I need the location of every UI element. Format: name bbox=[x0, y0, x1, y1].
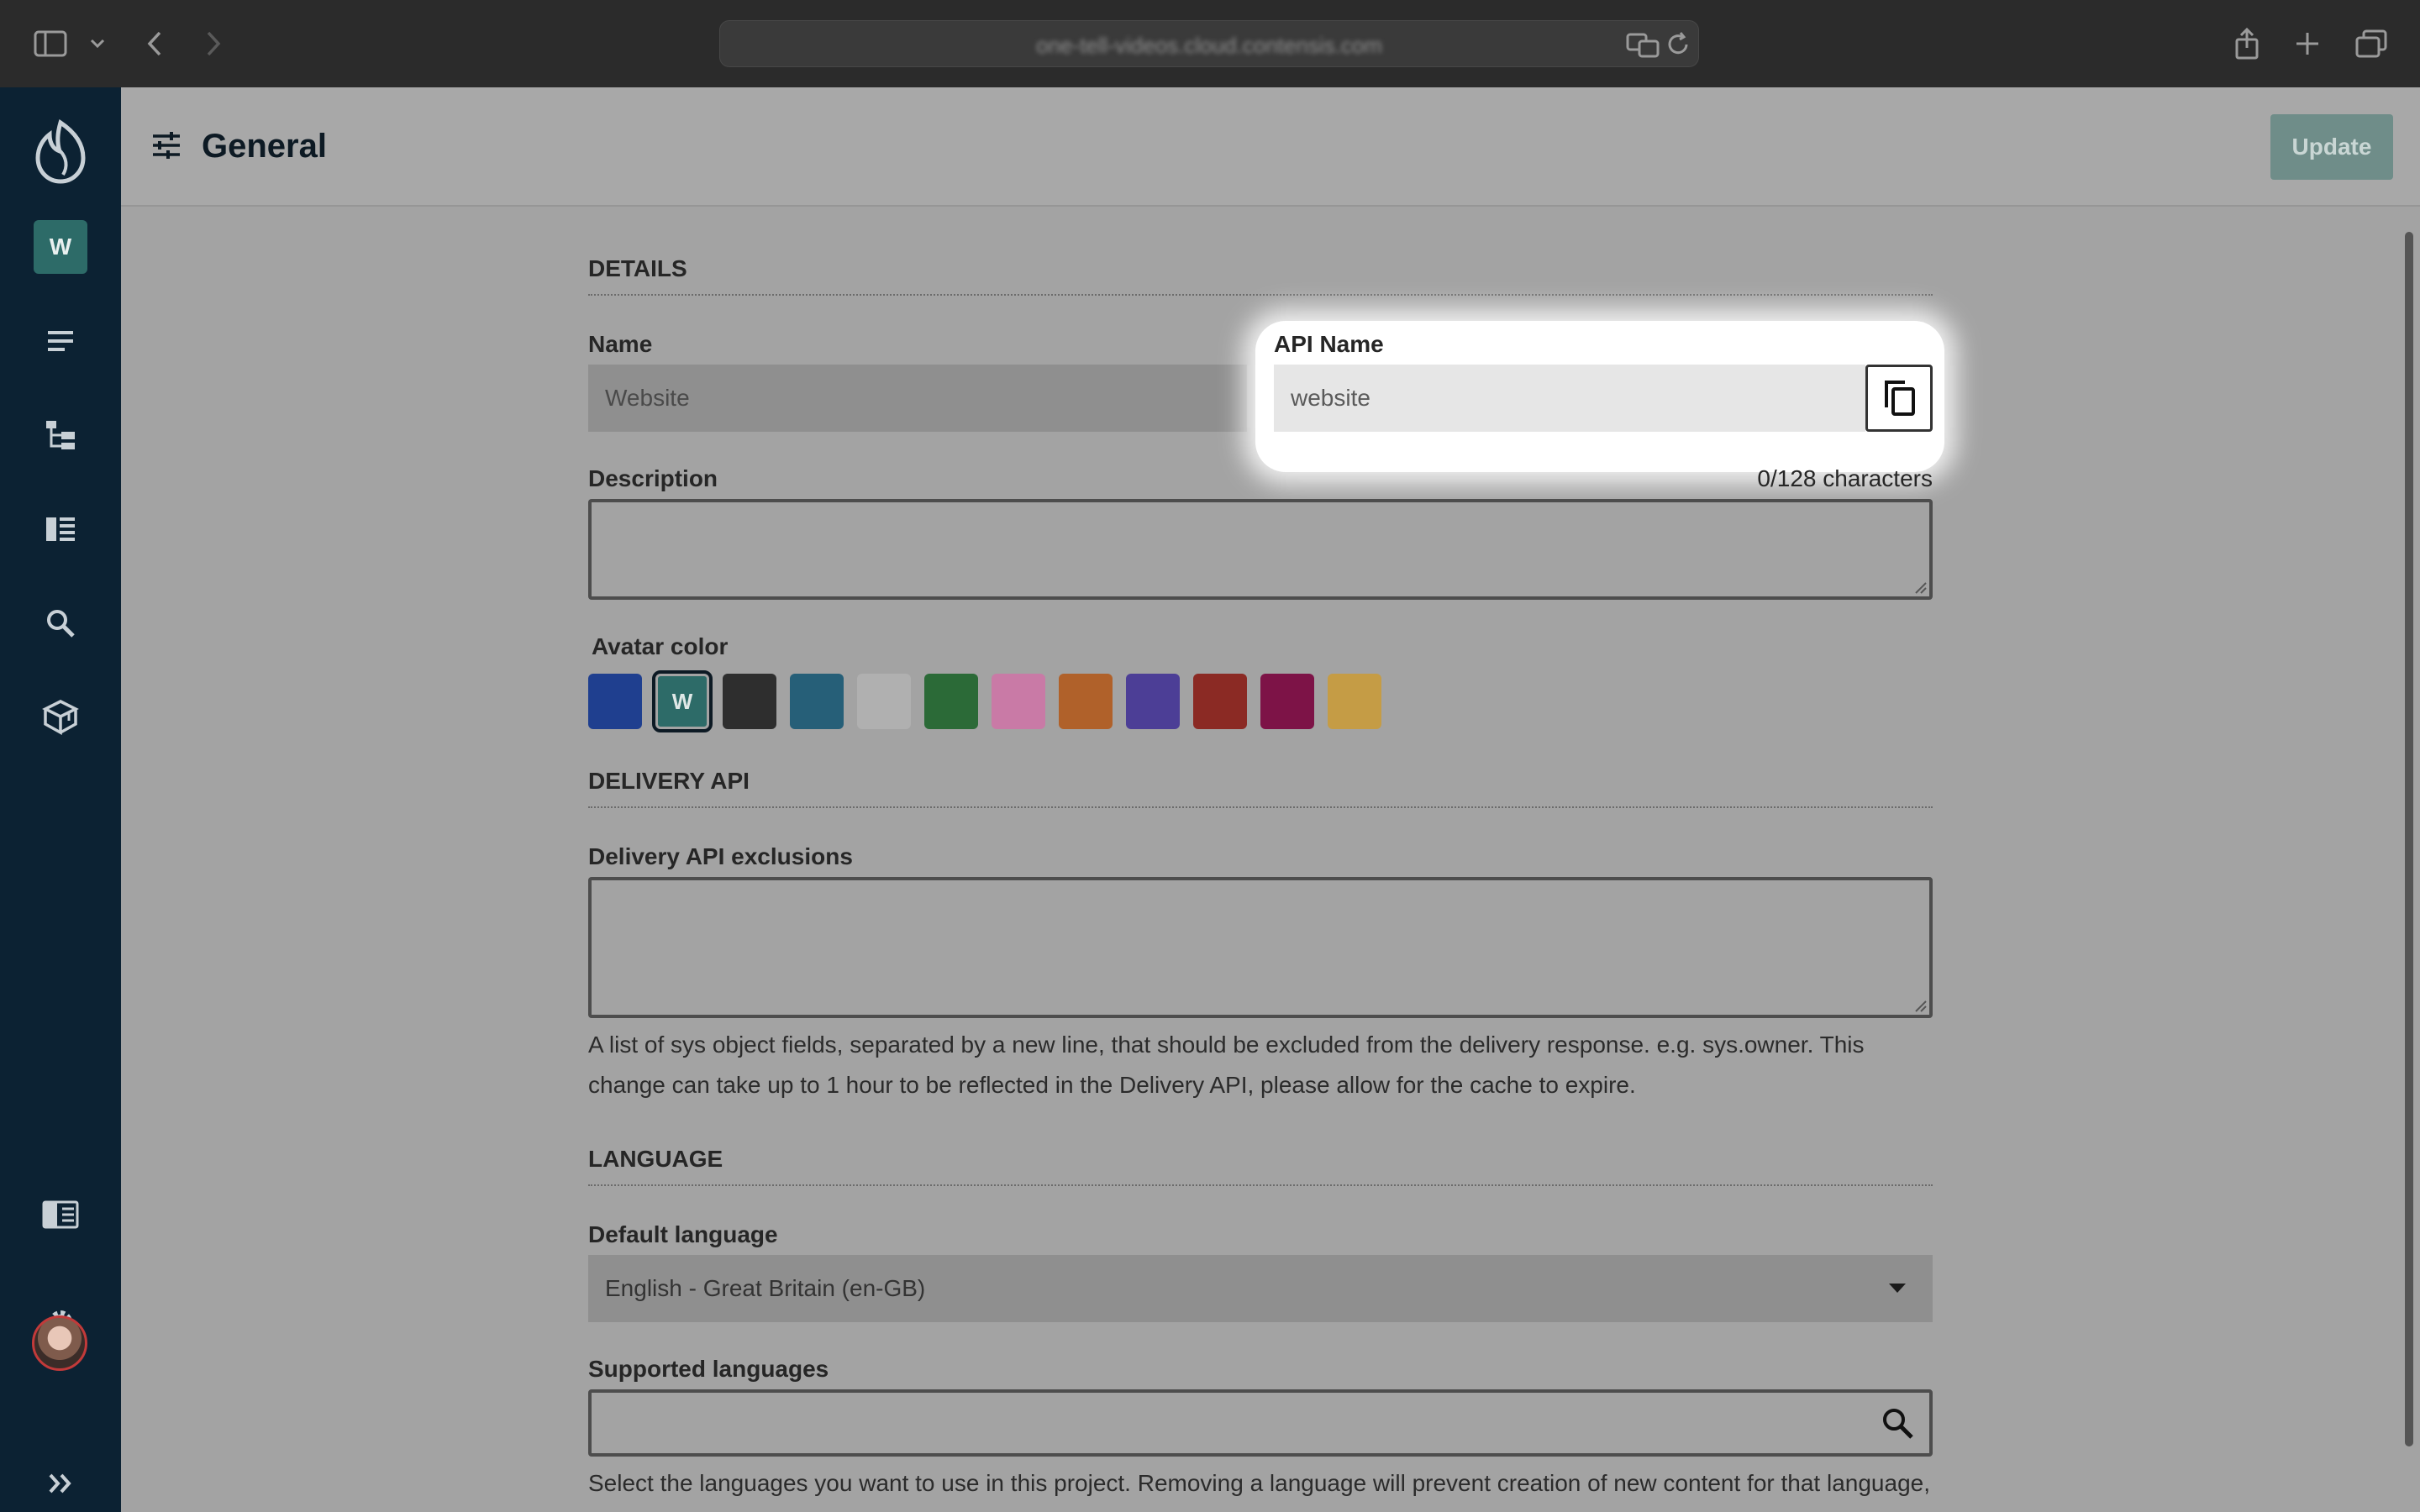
sliders-icon bbox=[151, 131, 182, 164]
avatar-color-label: Avatar color bbox=[592, 633, 729, 659]
caret-down-icon bbox=[1889, 1284, 1906, 1293]
entries-icon[interactable] bbox=[0, 307, 121, 375]
avatar-color-swatch[interactable] bbox=[1260, 674, 1314, 729]
avatar-color-swatch[interactable] bbox=[588, 674, 642, 729]
language-divider bbox=[588, 1184, 1933, 1186]
avatar-color-swatch[interactable] bbox=[1328, 674, 1381, 729]
translate-icon[interactable] bbox=[1626, 31, 1660, 58]
avatar-color-swatch[interactable] bbox=[924, 674, 978, 729]
page-title: General bbox=[202, 128, 327, 165]
details-section-title: DETAILS bbox=[588, 255, 687, 281]
update-button[interactable]: Update bbox=[2270, 114, 2393, 180]
page-header: General Update bbox=[121, 87, 2420, 207]
project-avatar[interactable]: W bbox=[34, 220, 87, 274]
avatar-color-swatch[interactable] bbox=[1193, 674, 1247, 729]
supported-languages-label: Supported languages bbox=[588, 1356, 829, 1382]
delivery-divider bbox=[588, 806, 1933, 808]
chevron-down-icon[interactable] bbox=[79, 25, 116, 62]
supported-languages-input[interactable] bbox=[588, 1389, 1933, 1457]
avatar-color-swatch[interactable]: W bbox=[652, 670, 713, 732]
contensis-logo-icon[interactable] bbox=[0, 113, 121, 193]
name-field[interactable]: Website bbox=[588, 365, 1247, 432]
new-tab-icon[interactable] bbox=[2289, 25, 2326, 62]
description-label: Description bbox=[588, 465, 718, 491]
avatar-color-swatch[interactable] bbox=[1126, 674, 1180, 729]
delivery-help-line: change can take up to 1 hour to be refle… bbox=[588, 1072, 1636, 1098]
avatar-color-swatch[interactable] bbox=[790, 674, 844, 729]
delivery-exclusions-label: Delivery API exclusions bbox=[588, 843, 853, 869]
sidebar-toggle-icon[interactable] bbox=[32, 25, 69, 62]
delivery-help-line: A list of sys object fields, separated b… bbox=[588, 1032, 1865, 1058]
avatar-color-swatch[interactable] bbox=[723, 674, 776, 729]
search-icon bbox=[1883, 1409, 1913, 1439]
details-divider bbox=[588, 294, 1933, 296]
api-name-field[interactable]: website bbox=[1274, 365, 1865, 432]
default-language-value: English - Great Britain (en-GB) bbox=[605, 1275, 926, 1301]
resize-handle-icon bbox=[1915, 582, 1927, 594]
back-icon[interactable] bbox=[136, 25, 173, 62]
search-icon[interactable] bbox=[0, 590, 121, 657]
avatar-color-swatch[interactable] bbox=[992, 674, 1045, 729]
default-language-select[interactable]: English - Great Britain (en-GB) bbox=[588, 1255, 1933, 1322]
delivery-section-title: DELIVERY API bbox=[588, 768, 750, 794]
description-textarea[interactable] bbox=[588, 499, 1933, 600]
address-bar[interactable]: one-tell-videos.cloud.contensis.com bbox=[719, 20, 1699, 67]
avatar-swatch-letter: W bbox=[671, 688, 693, 714]
forward-icon[interactable] bbox=[195, 25, 232, 62]
name-label: Name bbox=[588, 331, 653, 357]
url-text: one-tell-videos.cloud.contensis.com bbox=[1036, 33, 1382, 58]
scrollbar-thumb[interactable] bbox=[2405, 232, 2413, 1446]
avatar[interactable] bbox=[32, 1315, 87, 1371]
content-types-icon[interactable] bbox=[0, 496, 121, 563]
copy-button[interactable] bbox=[1865, 365, 1933, 432]
supported-languages-help: Select the languages you want to use in … bbox=[588, 1470, 1930, 1496]
copy-icon bbox=[1885, 381, 1915, 416]
language-section-title: LANGUAGE bbox=[588, 1146, 723, 1172]
avatar-color-swatch[interactable] bbox=[1059, 674, 1113, 729]
blocks-icon[interactable] bbox=[0, 684, 121, 751]
avatar-color-swatch[interactable] bbox=[857, 674, 911, 729]
delivery-help-text: A list of sys object fields, separated b… bbox=[588, 1025, 1933, 1105]
app-sidebar: W bbox=[0, 87, 121, 1512]
default-language-label: Default language bbox=[588, 1221, 778, 1247]
description-counter: 0/128 characters bbox=[1757, 465, 1933, 491]
resize-handle-icon bbox=[1915, 1000, 1927, 1012]
sitemap-icon[interactable] bbox=[0, 402, 121, 469]
reload-icon[interactable] bbox=[1666, 31, 1691, 58]
panel-icon[interactable] bbox=[0, 1181, 121, 1248]
browser-toolbar: one-tell-videos.cloud.contensis.com bbox=[0, 0, 2420, 87]
delivery-exclusions-textarea[interactable] bbox=[588, 877, 1933, 1018]
share-icon[interactable] bbox=[2228, 25, 2265, 62]
api-name-label: API Name bbox=[1274, 331, 1384, 357]
tab-overview-icon[interactable] bbox=[2353, 25, 2390, 62]
expand-icon[interactable] bbox=[0, 1450, 121, 1512]
